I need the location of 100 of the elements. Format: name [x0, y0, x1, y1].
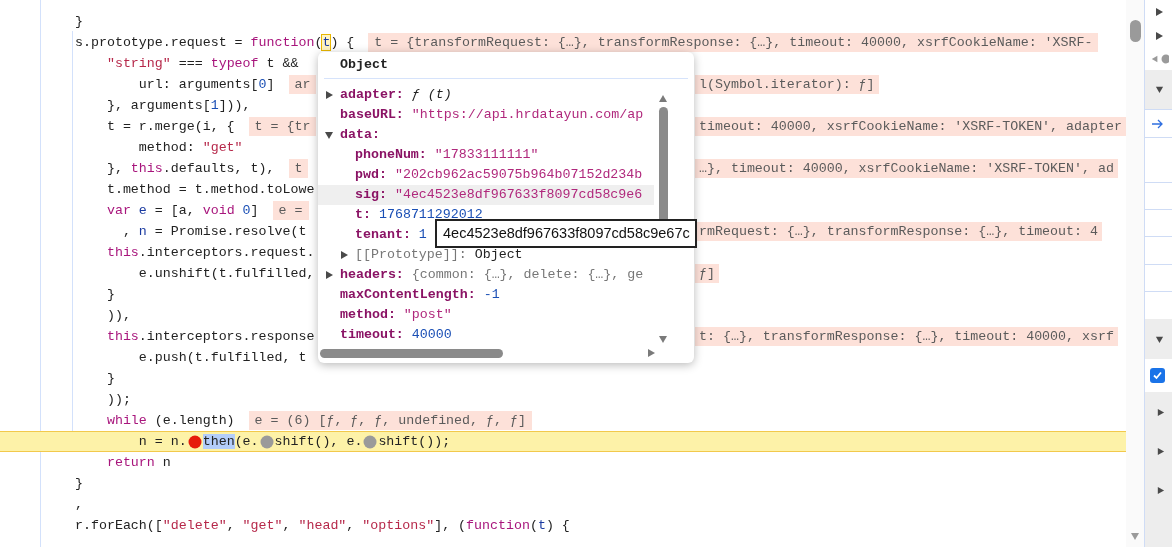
- property-row[interactable]: baseURL: "https://api.hrdatayun.com/ap: [318, 105, 654, 125]
- inline-value: timeout: 40000, xsrfCookieName: 'XSRF-TOKEN', adapter: [695, 116, 1126, 137]
- code-text: r.forEach(["delete", "get", "head", "options"], (function(t) {: [75, 516, 570, 535]
- inline-value: e = (6) [ƒ, ƒ, ƒ, undefined, ƒ, ƒ]: [248, 410, 532, 431]
- code-text: }: [75, 12, 83, 31]
- hover-tooltip: 4ec4523e8df967633f8097cd58c9e67c: [435, 219, 697, 248]
- property-key: phoneNum:: [355, 145, 427, 165]
- code-text: "string" === typeof t &&: [105, 54, 299, 73]
- breakpoint-marker-icon[interactable]: [259, 434, 274, 449]
- code-text: shift(), e.: [274, 432, 363, 451]
- property-value: "17833111111": [434, 146, 539, 165]
- property-key: sig:: [355, 185, 387, 205]
- code-text: n = n.: [137, 432, 187, 451]
- code-text: shift());: [378, 432, 451, 451]
- property-row[interactable]: sig: "4ec4523e8df967633f8097cd58c9e6: [318, 185, 654, 205]
- code-text: )),: [105, 306, 131, 325]
- breakpoint-marker-icon[interactable]: [363, 434, 378, 449]
- code-text: }: [75, 474, 83, 493]
- property-key: t:: [355, 205, 371, 225]
- code-text: while (e.length): [105, 411, 235, 430]
- inline-value: ar: [288, 74, 317, 95]
- checkbox[interactable]: [1150, 368, 1165, 383]
- scrollbar-thumb[interactable]: [320, 348, 503, 358]
- property-value: 1: [418, 226, 427, 245]
- inline-value: ƒ]: [695, 263, 719, 284]
- inline-value: rmRequest: {…}, transformResponse: {…}, timeout: 4: [695, 221, 1102, 242]
- horizontal-scrollbar[interactable]: [320, 346, 656, 360]
- property-row[interactable]: timeout: 40000: [318, 325, 654, 345]
- property-row[interactable]: method: "post": [318, 305, 654, 325]
- code-text: t = r.merge(i, {: [105, 117, 235, 136]
- property-key: adapter:: [340, 85, 404, 105]
- collapse-triangle-icon[interactable]: [1155, 85, 1164, 94]
- property-value: "4ec4523e8df967633f8097cd58c9e6: [394, 186, 643, 205]
- code-text: }: [105, 285, 115, 304]
- arrow-right-icon: [1151, 117, 1164, 130]
- popover-title: Object: [340, 56, 388, 75]
- property-row[interactable]: data:: [318, 125, 654, 145]
- expand-triangle-icon[interactable]: [1156, 408, 1165, 417]
- property-row[interactable]: [[Prototype]]: Object: [318, 245, 654, 265]
- property-key: tenant:: [355, 225, 411, 245]
- scroll-down-icon[interactable]: [1130, 531, 1140, 541]
- code-text: ));: [105, 390, 131, 409]
- scroll-down-icon[interactable]: [658, 334, 668, 344]
- property-value: {common: {…}, delete: {…}, ge: [411, 266, 644, 285]
- inline-value: t = {transformRequest: {…}, transformResponse: {…}, timeout: 40000, xsrfCookieName: 'XSRF-: [368, 32, 1099, 53]
- inline-value: t = {tr: [248, 116, 317, 137]
- expand-triangle-icon[interactable]: [1154, 7, 1164, 17]
- property-value: "202cb962ac59075b964b07152d234b: [394, 166, 643, 185]
- property-value: "post": [403, 306, 452, 325]
- property-value: 40000: [411, 326, 452, 345]
- property-row[interactable]: pwd: "202cb962ac59075b964b07152d234b: [318, 165, 654, 185]
- property-key: pwd:: [355, 165, 387, 185]
- code-text: e.unshift(t.fulfilled,: [137, 264, 315, 283]
- expand-triangle-icon[interactable]: [1156, 486, 1165, 495]
- property-key: data:: [340, 125, 380, 145]
- property-key: timeout:: [340, 325, 404, 345]
- code-text: }, this.defaults, t),: [105, 159, 275, 178]
- property-key: headers:: [340, 265, 404, 285]
- property-key: method:: [340, 305, 396, 325]
- property-row[interactable]: maxContentLength: -1: [318, 285, 654, 305]
- code-text: this.interceptors.response: [105, 327, 315, 346]
- scroll-up-icon[interactable]: [658, 94, 668, 104]
- expand-triangle-icon[interactable]: [324, 90, 334, 100]
- breakpoint-icon[interactable]: [187, 434, 202, 449]
- code-text: , n = Promise.resolve(t: [121, 222, 307, 241]
- code-text: }: [105, 369, 115, 388]
- expand-triangle-icon[interactable]: [1156, 447, 1165, 456]
- property-row[interactable]: adapter: ƒ (t): [318, 85, 654, 105]
- code-text: e.push(t.fulfilled, t: [137, 348, 307, 367]
- code-text: this.interceptors.request.: [105, 243, 315, 262]
- inline-value: …}, timeout: 40000, xsrfCookieName: 'XSRF-TOKEN', ad: [695, 158, 1118, 179]
- inline-value: t: [288, 158, 309, 179]
- scroll-right-icon[interactable]: [646, 348, 656, 358]
- collapse-triangle-icon[interactable]: [324, 130, 334, 140]
- property-key: baseURL:: [340, 105, 404, 125]
- collapse-triangle-icon[interactable]: [1155, 334, 1164, 344]
- property-value: ƒ (t): [411, 86, 452, 105]
- check-icon: [1152, 370, 1163, 381]
- property-row[interactable]: phoneNum: "17833111111": [318, 145, 654, 165]
- code-text: var e = [a, void 0]: [105, 201, 259, 220]
- expand-triangle-icon[interactable]: [1154, 31, 1164, 41]
- property-value: -1: [483, 286, 500, 305]
- code-text: method: "get": [137, 138, 243, 157]
- code-text: s.prototype.request = function(t) {: [75, 33, 355, 52]
- scrollbar-thumb[interactable]: [1129, 20, 1141, 42]
- vertical-scrollbar[interactable]: [1126, 0, 1144, 547]
- code-text: t.method = t.method.toLowe: [105, 180, 315, 199]
- property-value: Object: [474, 246, 523, 265]
- inline-value: l(Symbol.iterator): ƒ]: [695, 74, 879, 95]
- property-key: maxContentLength:: [340, 285, 476, 305]
- code-text: ,: [75, 495, 83, 514]
- code-text: return n: [105, 453, 171, 472]
- code-text: url: arguments[0]: [137, 75, 275, 94]
- inline-value: t: {…}, transformResponse: {…}, timeout: 40000, xsrf: [695, 326, 1118, 347]
- property-row[interactable]: headers: {common: {…}, delete: {…}, ge: [318, 265, 654, 285]
- inline-value: e =: [272, 200, 309, 221]
- code-text: }, arguments[1])),: [105, 96, 251, 115]
- property-value: "https://api.hrdatayun.com/ap: [411, 106, 644, 125]
- property-key: [[Prototype]]:: [355, 245, 467, 265]
- code-text: then(e.: [202, 432, 259, 451]
